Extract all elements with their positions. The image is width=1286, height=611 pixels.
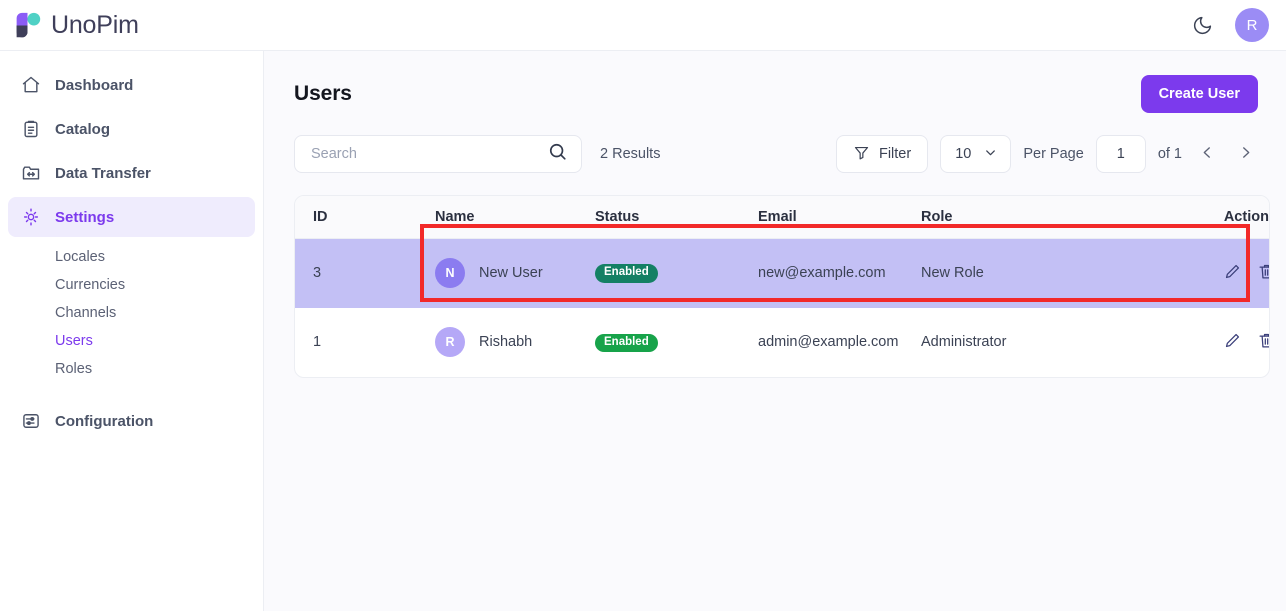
sidebar-item-settings[interactable]: Settings: [8, 197, 255, 237]
sidebar-item-currencies[interactable]: Currencies: [8, 271, 255, 299]
column-header-id[interactable]: ID: [295, 196, 435, 239]
results-count: 2 Results: [600, 146, 660, 162]
sidebar-item-label: Configuration: [55, 413, 153, 430]
avatar[interactable]: R: [1235, 8, 1269, 42]
search-box[interactable]: [294, 135, 582, 173]
chevron-down-icon: [983, 145, 998, 164]
filter-label: Filter: [879, 146, 911, 162]
per-page-value: 10: [955, 146, 971, 162]
sidebar-item-label: Dashboard: [55, 77, 133, 94]
main-content: Users Create User 2 Results: [264, 51, 1286, 611]
sidebar-item-data-transfer[interactable]: Data Transfer: [8, 153, 255, 193]
top-bar: UnoPim R: [0, 0, 1286, 51]
sidebar-item-label: Settings: [55, 209, 114, 226]
edit-user-button[interactable]: [1221, 262, 1243, 284]
sidebar-item-label: Catalog: [55, 121, 110, 138]
prev-page-button[interactable]: [1194, 139, 1220, 169]
toolbar-right: Filter 10 Per Page of 1: [836, 135, 1258, 173]
status-badge: Enabled: [595, 264, 658, 283]
user-name: New User: [479, 265, 543, 281]
column-header-status[interactable]: Status: [595, 196, 758, 239]
unopim-logo-icon: [13, 11, 42, 40]
column-header-actions: Actions: [1183, 196, 1270, 239]
edit-user-button[interactable]: [1221, 331, 1243, 353]
table-header-row: ID Name Status Email Role Actions: [295, 196, 1270, 239]
column-header-name[interactable]: Name: [435, 196, 595, 239]
cell-actions: [1183, 308, 1270, 377]
delete-user-button[interactable]: [1255, 262, 1270, 284]
page-header: Users Create User: [264, 51, 1286, 113]
cell-email: admin@example.com: [758, 308, 921, 377]
list-toolbar: 2 Results Filter 10: [264, 113, 1286, 173]
data-transfer-icon: [20, 163, 41, 184]
cell-email: new@example.com: [758, 239, 921, 308]
trash-icon: [1257, 331, 1271, 353]
table-row[interactable]: 1 R Rishabh Enabled admin@example.com: [295, 308, 1270, 377]
table-head: ID Name Status Email Role Actions: [295, 196, 1270, 239]
home-icon: [20, 75, 41, 96]
cell-name: N New User: [435, 239, 595, 308]
search-icon[interactable]: [547, 141, 569, 168]
sidebar-item-users[interactable]: Users: [8, 327, 255, 355]
sidebar-item-roles[interactable]: Roles: [8, 355, 255, 383]
spacer: [8, 389, 255, 401]
sliders-icon: [20, 411, 41, 432]
column-header-email[interactable]: Email: [758, 196, 921, 239]
cell-role: New Role: [921, 239, 1183, 308]
cell-id: 3: [295, 239, 435, 308]
app-root: UnoPim R Dashboard: [0, 0, 1286, 611]
sidebar-item-label: Data Transfer: [55, 165, 151, 182]
body: Dashboard Catalog Data: [0, 51, 1286, 611]
sidebar-item-dashboard[interactable]: Dashboard: [8, 65, 255, 105]
cell-status: Enabled: [595, 308, 758, 377]
users-table: ID Name Status Email Role Actions 3: [295, 196, 1270, 377]
sidebar: Dashboard Catalog Data: [0, 51, 264, 611]
filter-button[interactable]: Filter: [836, 135, 928, 173]
chevron-right-icon: [1237, 144, 1254, 164]
page-number-input[interactable]: [1096, 135, 1146, 173]
settings-submenu: Locales Currencies Channels Users Roles: [8, 241, 255, 389]
chevron-left-icon: [1199, 144, 1216, 164]
cell-status: Enabled: [595, 239, 758, 308]
clipboard-icon: [20, 119, 41, 140]
moon-icon[interactable]: [1189, 12, 1215, 38]
table-body: 3 N New User Enabled new@example.com: [295, 239, 1270, 377]
page-title: Users: [294, 82, 352, 106]
sidebar-item-catalog[interactable]: Catalog: [8, 109, 255, 149]
cell-id: 1: [295, 308, 435, 377]
brand-logo[interactable]: UnoPim: [13, 11, 139, 40]
create-user-button[interactable]: Create User: [1141, 75, 1258, 113]
gear-icon: [20, 207, 41, 228]
status-badge: Enabled: [595, 334, 658, 353]
total-pages-label: of 1: [1158, 146, 1182, 162]
trash-icon: [1257, 262, 1271, 284]
top-bar-actions: R: [1189, 8, 1269, 42]
cell-role: Administrator: [921, 308, 1183, 377]
delete-user-button[interactable]: [1255, 331, 1270, 353]
pencil-icon: [1223, 331, 1242, 353]
column-header-role[interactable]: Role: [921, 196, 1183, 239]
avatar: N: [435, 258, 465, 288]
user-name: Rishabh: [479, 334, 532, 350]
filter-icon: [853, 144, 870, 165]
sidebar-item-locales[interactable]: Locales: [8, 243, 255, 271]
cell-actions: [1183, 239, 1270, 308]
table-row[interactable]: 3 N New User Enabled new@example.com: [295, 239, 1270, 308]
sidebar-item-channels[interactable]: Channels: [8, 299, 255, 327]
users-table-card: ID Name Status Email Role Actions 3: [294, 195, 1270, 378]
sidebar-item-configuration[interactable]: Configuration: [8, 401, 255, 441]
next-page-button[interactable]: [1232, 139, 1258, 169]
per-page-label: Per Page: [1023, 146, 1083, 162]
cell-name: R Rishabh: [435, 308, 595, 377]
avatar: R: [435, 327, 465, 357]
per-page-select[interactable]: 10: [940, 135, 1011, 173]
pencil-icon: [1223, 262, 1242, 284]
search-input[interactable]: [309, 145, 547, 163]
brand-name: UnoPim: [51, 13, 139, 38]
